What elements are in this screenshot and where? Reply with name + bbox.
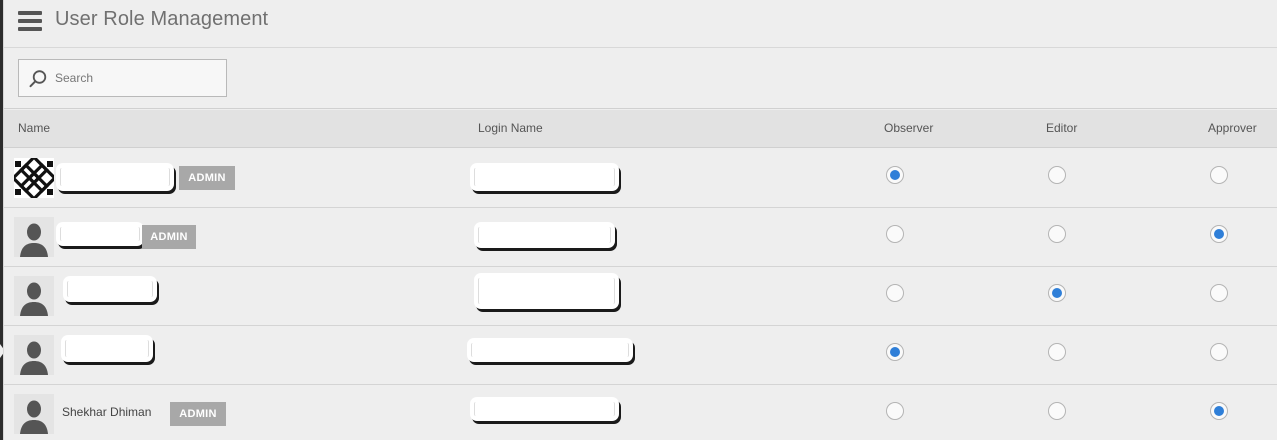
column-header-approver: Approver	[1208, 121, 1257, 135]
search-box[interactable]	[18, 59, 227, 97]
search-icon	[29, 70, 47, 88]
admin-badge: ADMIN	[170, 402, 226, 426]
redacted-user-name	[56, 222, 144, 246]
hamburger-menu-icon[interactable]	[18, 11, 42, 33]
redacted-user-name	[61, 335, 153, 362]
observer-radio[interactable]	[886, 225, 904, 243]
table-header: Name Login Name Observer Editor Approver	[4, 110, 1277, 148]
editor-radio[interactable]	[1048, 166, 1066, 184]
table-row[interactable]: ADMIN	[4, 208, 1277, 267]
redacted-login-name	[470, 163, 619, 191]
person-silhouette-avatar	[14, 335, 54, 375]
approver-radio[interactable]	[1210, 284, 1228, 302]
redacted-user-name	[63, 276, 157, 302]
app-window: User Role Management Name Login Name Obs…	[3, 0, 1277, 440]
editor-radio[interactable]	[1048, 402, 1066, 420]
editor-radio[interactable]	[1048, 343, 1066, 361]
table-row[interactable]	[4, 326, 1277, 385]
table-row[interactable]: ADMIN	[4, 149, 1277, 208]
user-name: Shekhar Dhiman	[62, 405, 152, 419]
editor-radio[interactable]	[1048, 284, 1066, 302]
redacted-login-name	[467, 338, 633, 362]
redacted-login-name	[474, 222, 615, 248]
table-row[interactable]: Shekhar Dhiman ADMIN	[4, 385, 1277, 440]
redacted-login-name	[470, 397, 619, 421]
approver-radio[interactable]	[1210, 402, 1228, 420]
editor-radio[interactable]	[1048, 225, 1066, 243]
approver-radio[interactable]	[1210, 166, 1228, 184]
search-bar-area	[4, 49, 1277, 109]
observer-radio[interactable]	[886, 402, 904, 420]
admin-badge: ADMIN	[142, 225, 196, 249]
person-silhouette-avatar	[14, 394, 54, 434]
page-header: User Role Management	[4, 0, 1277, 48]
page-title: User Role Management	[55, 8, 269, 30]
person-silhouette-avatar	[14, 276, 54, 316]
column-header-editor: Editor	[1046, 121, 1078, 135]
person-silhouette-avatar	[14, 217, 54, 257]
redacted-user-name	[56, 163, 174, 191]
column-header-observer: Observer	[884, 121, 934, 135]
redacted-login-name	[474, 273, 619, 309]
observer-radio[interactable]	[886, 284, 904, 302]
observer-radio[interactable]	[886, 166, 904, 184]
column-header-login-name: Login Name	[478, 121, 543, 135]
approver-radio[interactable]	[1210, 343, 1228, 361]
decorative-knot-avatar	[14, 158, 54, 198]
search-input[interactable]	[55, 60, 220, 96]
admin-badge: ADMIN	[179, 166, 235, 190]
observer-radio[interactable]	[886, 343, 904, 361]
column-header-name: Name	[18, 121, 51, 135]
table-row[interactable]	[4, 267, 1277, 326]
approver-radio[interactable]	[1210, 225, 1228, 243]
